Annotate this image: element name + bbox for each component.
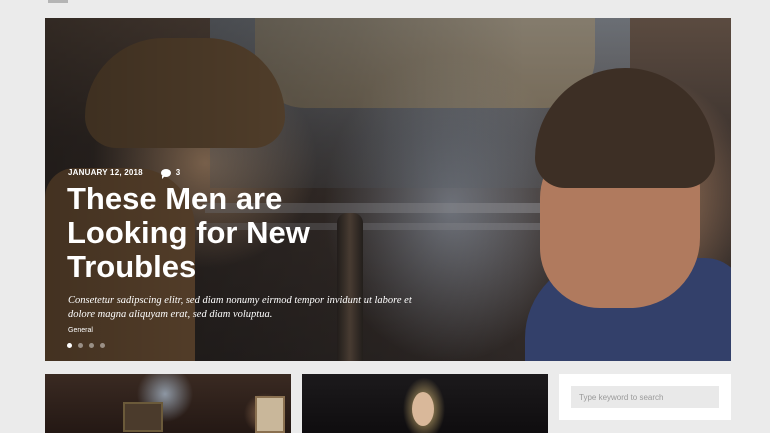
slider-dot[interactable]	[100, 343, 105, 348]
post-card-thumbnail[interactable]	[302, 374, 548, 433]
post-category[interactable]: General	[68, 327, 93, 334]
slider-dot[interactable]	[89, 343, 94, 348]
search-widget	[559, 374, 731, 420]
post-title[interactable]: These Men are Looking for New Troubles	[67, 182, 397, 284]
post-date[interactable]: JANUARY 12, 2018	[68, 168, 143, 177]
slider-dot[interactable]	[67, 343, 72, 348]
slider-dot[interactable]	[78, 343, 83, 348]
featured-slider[interactable]: JANUARY 12, 2018 3 These Men are Looking…	[45, 18, 731, 361]
comment-count-link[interactable]: 3	[160, 168, 181, 179]
site-logo-fragment[interactable]	[48, 0, 68, 3]
slider-pagination	[67, 343, 105, 348]
comment-icon	[160, 168, 171, 179]
post-meta: JANUARY 12, 2018 3	[68, 168, 181, 179]
thumbnail-detail	[412, 392, 434, 426]
thumbnail-detail	[255, 396, 285, 433]
search-input[interactable]	[571, 386, 719, 408]
thumbnail-detail	[123, 402, 163, 432]
comment-count: 3	[175, 168, 181, 177]
post-excerpt: Consetetur sadipscing elitr, sed diam no…	[68, 295, 412, 320]
post-card-thumbnail[interactable]	[45, 374, 291, 433]
